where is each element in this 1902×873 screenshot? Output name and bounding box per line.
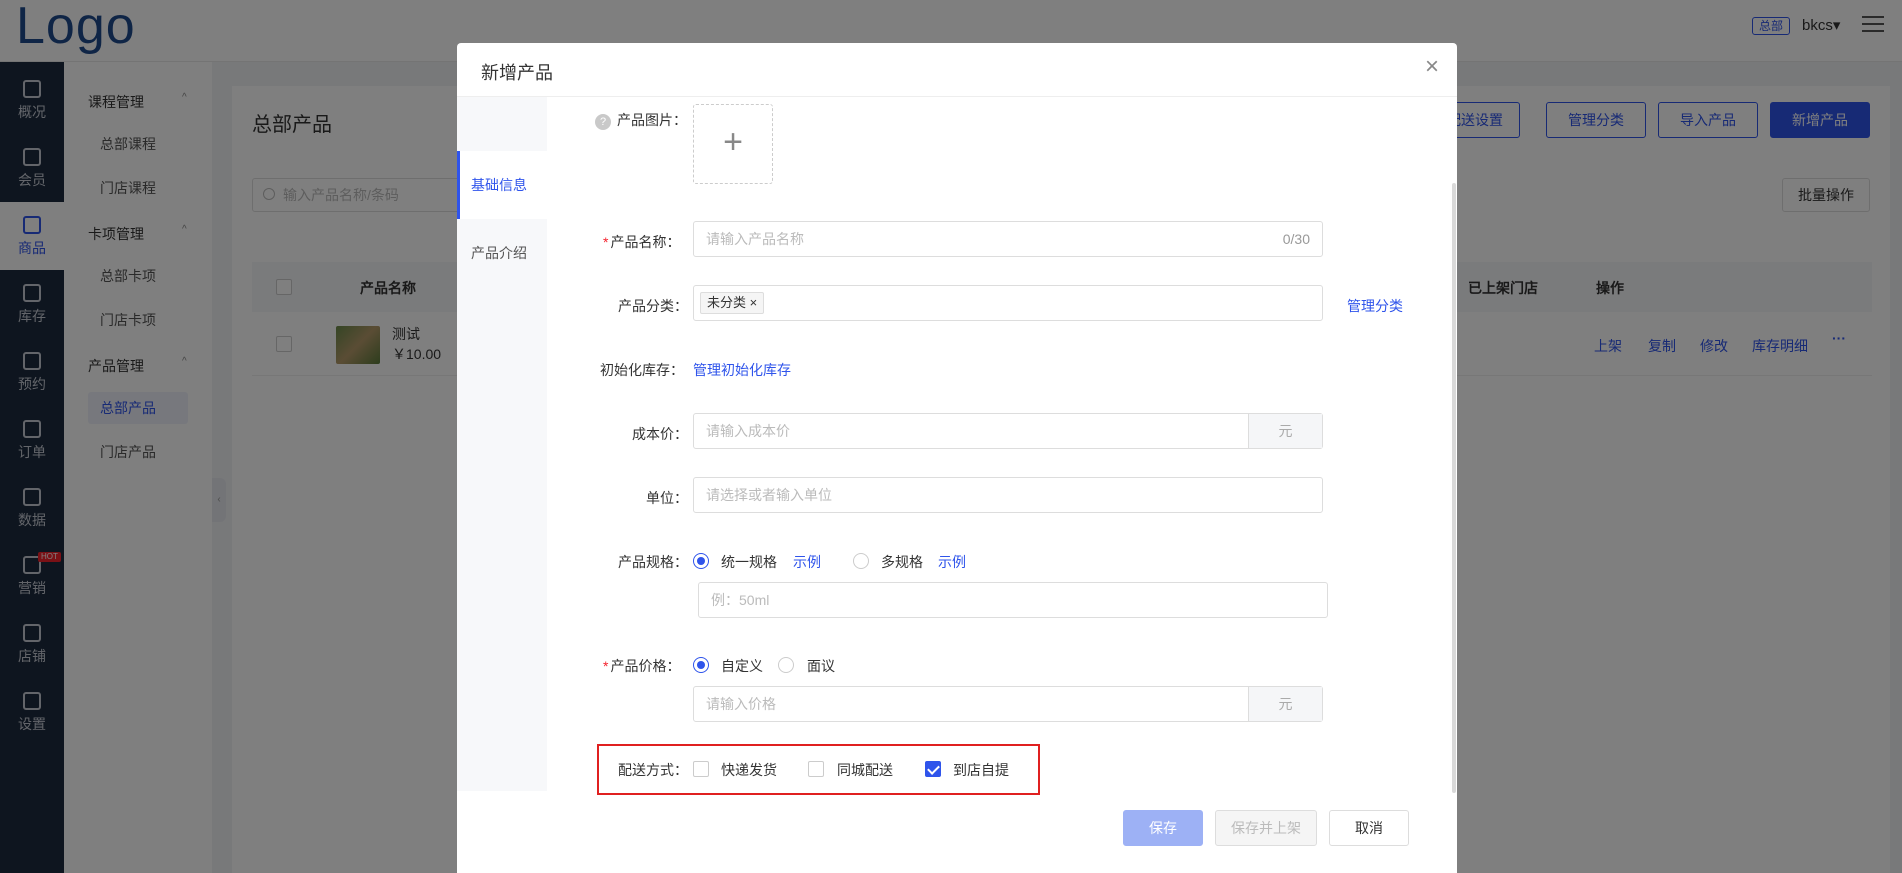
save-and-shelve-button[interactable]: 保存并上架	[1215, 810, 1317, 846]
spec-label: 产品规格：	[618, 554, 688, 570]
spec-single-example-link[interactable]: 示例	[793, 552, 821, 572]
price-label: * 产品价格：	[603, 658, 681, 674]
spec-single-text: 统一规格	[721, 554, 777, 570]
price-negotiable-text: 面议	[807, 658, 835, 674]
tab-product-intro[interactable]: 产品介绍	[457, 219, 547, 287]
product-name-input[interactable]: 请输入产品名称 0/30	[693, 221, 1323, 257]
char-counter: 0/30	[1282, 231, 1310, 247]
dialog-header: 新增产品 ×	[457, 43, 1457, 97]
help-icon[interactable]: ?	[595, 114, 611, 130]
cost-unit-suffix: 元	[1248, 414, 1322, 448]
delivery-local-checkbox[interactable]	[808, 761, 824, 777]
price-custom-text: 自定义	[721, 658, 763, 674]
price-unit-suffix: 元	[1248, 687, 1322, 721]
cancel-button[interactable]: 取消	[1329, 810, 1409, 846]
price-negotiable-radio[interactable]	[778, 657, 794, 673]
tab-basic-info[interactable]: 基础信息	[457, 151, 547, 219]
category-select[interactable]: 未分类 ×	[693, 285, 1323, 321]
init-stock-label: 初始化库存：	[600, 362, 684, 378]
delivery-pickup-text: 到店自提	[953, 762, 1009, 778]
add-product-dialog: 新增产品 × 基础信息 产品介绍 ? 产品图片： + * 产品名称： 请输入产品名称…	[457, 43, 1457, 873]
spec-input[interactable]: 例：50ml	[698, 582, 1328, 618]
cost-label: 成本价：	[632, 426, 688, 442]
dialog-scrollbar[interactable]	[1452, 183, 1456, 793]
delivery-label: 配送方式：	[618, 762, 688, 778]
spec-multi-example-link[interactable]: 示例	[938, 552, 966, 572]
manage-category-link[interactable]: 管理分类	[1347, 296, 1403, 316]
product-image-label: ? 产品图片：	[595, 110, 687, 130]
spec-multi-text: 多规格	[881, 554, 923, 570]
dialog-title: 新增产品	[481, 63, 553, 83]
category-tag[interactable]: 未分类 ×	[700, 292, 765, 314]
image-upload-button[interactable]: +	[693, 104, 773, 184]
spec-multi-radio[interactable]	[853, 553, 869, 569]
delivery-express-checkbox[interactable]	[693, 761, 709, 777]
unit-input[interactable]: 请选择或者输入单位	[693, 477, 1323, 513]
manage-init-stock-link[interactable]: 管理初始化库存	[693, 360, 791, 380]
price-input[interactable]: 请输入价格元	[693, 686, 1323, 722]
dialog-tabs: 基础信息 产品介绍	[457, 97, 547, 791]
unit-label: 单位：	[646, 490, 688, 506]
spec-single-radio[interactable]	[693, 553, 709, 569]
delivery-express-text: 快递发货	[721, 762, 777, 778]
cost-input[interactable]: 请输入成本价元	[693, 413, 1323, 449]
close-icon[interactable]: ×	[1425, 55, 1439, 79]
product-name-label: * 产品名称：	[603, 234, 681, 250]
delivery-local-text: 同城配送	[837, 762, 893, 778]
price-custom-radio[interactable]	[693, 657, 709, 673]
category-label: 产品分类：	[618, 298, 688, 314]
save-button[interactable]: 保存	[1123, 810, 1203, 846]
delivery-pickup-checkbox[interactable]	[925, 761, 941, 777]
